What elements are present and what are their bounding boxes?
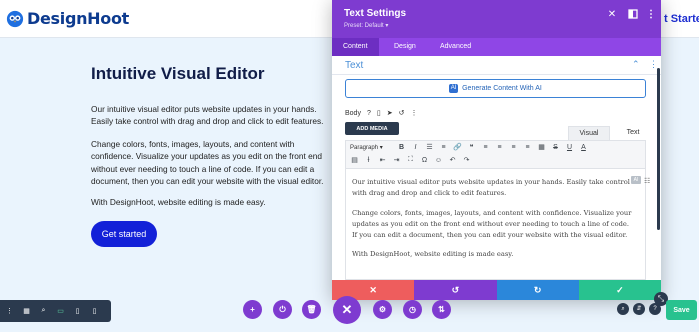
pointer-icon[interactable]: ➤ xyxy=(387,109,393,117)
desktop-view-icon[interactable]: ▭ xyxy=(56,307,65,315)
editor-paragraph: With DesignHoot, website editing is made… xyxy=(352,250,514,258)
help-icon[interactable]: ? xyxy=(367,110,371,117)
reset-icon[interactable]: ↺ xyxy=(399,109,405,117)
editor-toolbar: Paragraph ▾ B I ☰ ≡ 🔗 ❝ ≡ ≡ ≡ ≡ ▦ S U A … xyxy=(345,140,646,169)
modal-scrollbar[interactable] xyxy=(657,68,660,230)
close-builder-icon[interactable]: ✕ xyxy=(333,296,361,324)
trash-icon[interactable]: 🗑 xyxy=(302,300,321,319)
bullet-list-icon[interactable]: ☰ xyxy=(425,143,434,151)
text-section-header[interactable]: Text ⌃ ⋮ xyxy=(332,56,661,75)
settings-icon[interactable]: ⚙ xyxy=(373,300,392,319)
get-started-button[interactable]: Get started xyxy=(91,221,157,247)
format-select[interactable]: Paragraph ▾ xyxy=(350,144,392,151)
preset-selector[interactable]: Preset: Default ▾ xyxy=(344,22,388,29)
bold-icon[interactable]: B xyxy=(397,144,406,151)
site-logo[interactable]: DesignHoot xyxy=(6,9,129,28)
editor-tab-visual[interactable]: Visual xyxy=(568,126,610,140)
special-char-icon[interactable]: Ω xyxy=(420,157,429,164)
align-right-icon[interactable]: ≡ xyxy=(509,144,518,151)
split-view-icon[interactable] xyxy=(627,9,639,21)
ai-button-label: Generate Content With AI xyxy=(462,85,542,92)
redo-icon[interactable]: ↷ xyxy=(462,156,471,164)
hero-title: Intuitive Visual Editor xyxy=(91,64,265,83)
ai-assist-chip[interactable]: AI xyxy=(631,176,641,184)
rich-text-editor[interactable]: Our intuitive visual editor puts website… xyxy=(345,169,646,280)
fullscreen-icon[interactable]: ⛶ xyxy=(406,156,415,164)
italic-icon[interactable]: I xyxy=(411,144,420,151)
history-icon[interactable]: ◷ xyxy=(403,300,422,319)
close-icon[interactable]: ✕ xyxy=(606,9,618,21)
logo-text: DesignHoot xyxy=(27,9,130,28)
tab-design[interactable]: Design xyxy=(383,38,427,56)
more-icon[interactable]: ⋮ xyxy=(410,109,417,117)
phone-view-icon[interactable]: ▯ xyxy=(90,307,99,315)
modal-tabs: Content Design Advanced xyxy=(332,38,661,56)
portability-icon[interactable]: ⇵ xyxy=(633,303,645,315)
quote-icon[interactable]: ❝ xyxy=(467,143,476,151)
text-color-icon[interactable]: A xyxy=(579,144,588,151)
kebab-menu-icon[interactable]: ⋮ xyxy=(645,9,657,21)
hero-paragraph: With DesignHoot, website editing is made… xyxy=(91,197,266,207)
tablet-view-icon[interactable]: ▯ xyxy=(73,307,82,315)
owl-logo-icon xyxy=(6,10,24,27)
mobile-icon[interactable]: ▯ xyxy=(377,109,381,117)
wireframe-icon[interactable]: ▦ xyxy=(22,307,31,315)
underline-icon[interactable]: U xyxy=(565,144,574,151)
modal-action-bar: ✕ ↺ ↻ ✓ xyxy=(332,280,661,300)
redo-button[interactable]: ↻ xyxy=(496,280,579,300)
power-icon[interactable]: ⏻ xyxy=(273,300,292,319)
link-icon[interactable]: 🔗 xyxy=(453,143,462,151)
strikethrough-icon[interactable]: S xyxy=(551,144,560,151)
chevron-up-icon[interactable]: ⌃ xyxy=(632,59,640,70)
table-icon[interactable]: ▦ xyxy=(537,143,546,151)
save-button[interactable]: Save xyxy=(666,300,697,320)
section-title: Text xyxy=(345,60,364,71)
editor-tab-text[interactable]: Text xyxy=(612,126,654,140)
builder-right-tools: ⌕ ⇵ ? xyxy=(617,303,661,315)
tab-content[interactable]: Content xyxy=(332,38,379,56)
paste-text-icon[interactable]: ▤ xyxy=(350,156,359,164)
align-center-icon[interactable]: ≡ xyxy=(495,144,504,151)
emoji-icon[interactable]: ☺ xyxy=(434,157,443,164)
editor-paragraph: Change colors, fonts, images, layouts, a… xyxy=(352,209,632,239)
body-label: Body xyxy=(345,109,361,117)
zoom-icon[interactable]: ⌕ xyxy=(39,307,48,315)
modal-header: Text Settings Preset: Default ▾ ✕ ⋮ xyxy=(332,0,661,38)
help-icon[interactable]: ? xyxy=(649,303,661,315)
builder-view-toolbar: ⋮ ▦ ⌕ ▭ ▯ ▯ xyxy=(0,300,111,322)
hero-paragraph: Change colors, fonts, images, layouts, a… xyxy=(91,139,324,186)
undo-button[interactable]: ↺ xyxy=(414,280,497,300)
clear-format-icon[interactable]: Ɨ xyxy=(364,157,373,164)
confirm-button[interactable]: ✓ xyxy=(578,280,661,300)
align-justify-icon[interactable]: ≡ xyxy=(523,144,532,151)
undo-icon[interactable]: ↶ xyxy=(448,156,457,164)
header-get-started-link[interactable]: t Started xyxy=(664,13,699,25)
body-field-row: Body ? ▯ ➤ ↺ ⋮ xyxy=(345,109,417,118)
generate-ai-content-button[interactable]: AI Generate Content With AI xyxy=(345,79,646,98)
outdent-icon[interactable]: ⇤ xyxy=(378,156,387,164)
text-settings-modal: Text Settings Preset: Default ▾ ✕ ⋮ Cont… xyxy=(332,0,661,300)
add-icon[interactable]: + xyxy=(243,300,262,319)
align-left-icon[interactable]: ≡ xyxy=(481,144,490,151)
options-list-icon[interactable]: ☷ xyxy=(644,177,650,185)
editor-paragraph: Our intuitive visual editor puts website… xyxy=(352,178,630,197)
add-media-button[interactable]: ADD MEDIA xyxy=(345,122,399,135)
modal-title: Text Settings xyxy=(344,8,407,19)
sort-icon[interactable]: ⇅ xyxy=(432,300,451,319)
ai-icon: AI xyxy=(449,84,459,93)
numbered-list-icon[interactable]: ≡ xyxy=(439,144,448,151)
indent-icon[interactable]: ⇥ xyxy=(392,156,401,164)
hero-paragraph: Our intuitive visual editor puts website… xyxy=(91,104,324,127)
search-icon[interactable]: ⌕ xyxy=(617,303,629,315)
kebab-menu-icon[interactable]: ⋮ xyxy=(5,307,14,315)
tab-advanced[interactable]: Advanced xyxy=(429,38,482,56)
